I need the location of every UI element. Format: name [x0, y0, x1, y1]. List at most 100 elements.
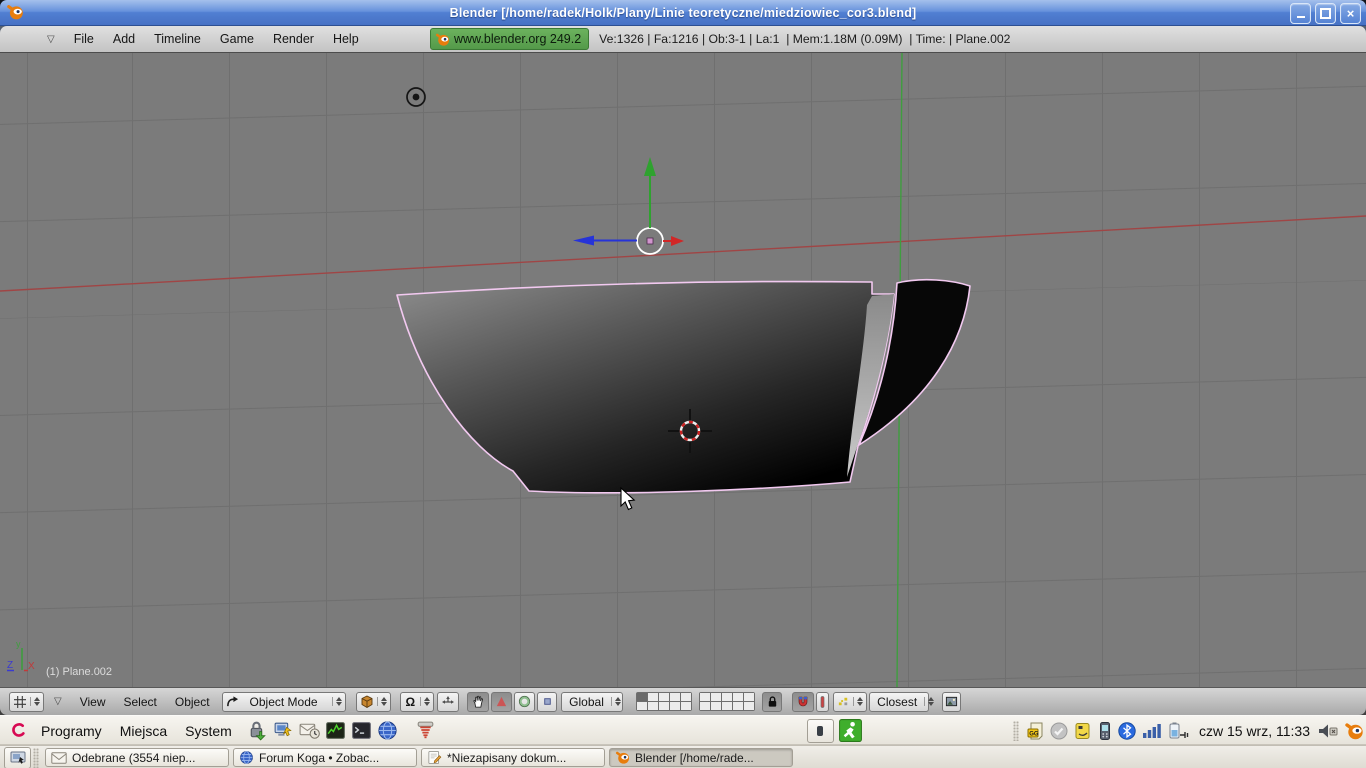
network-computer-launcher[interactable] [272, 719, 295, 742]
task-label: Blender [/home/rade... [635, 751, 754, 765]
vp-menu-view[interactable]: View [80, 692, 106, 712]
system-monitor-launcher[interactable] [324, 719, 347, 742]
peel-object-button[interactable] [816, 692, 829, 712]
layer-20[interactable] [744, 702, 754, 710]
tray-handle[interactable] [1013, 721, 1019, 741]
transform-manipulator[interactable] [573, 157, 684, 254]
layer-3[interactable] [659, 693, 669, 701]
manipulator-y-arrow[interactable] [644, 157, 656, 228]
task-button-browser[interactable]: Forum Koga • Zobac... [233, 748, 417, 767]
vp-menu-select[interactable]: Select [124, 692, 157, 712]
battery-tray-icon[interactable] [1167, 721, 1191, 741]
panel-clock[interactable]: czw 15 wrz, 11:33 [1199, 723, 1310, 739]
debian-menu-icon[interactable] [8, 720, 29, 741]
editor-type-spinner[interactable] [30, 697, 40, 706]
axis-label-y: y [16, 639, 21, 649]
layer-10[interactable] [744, 693, 754, 701]
menu-game[interactable]: Game [220, 29, 254, 49]
vp-menu-object[interactable]: Object [175, 692, 210, 712]
lock-layers-button[interactable] [762, 692, 782, 712]
draw-type-button[interactable] [356, 692, 391, 712]
layer-1[interactable] [637, 693, 647, 701]
task-button-mail[interactable]: Odebrane (3554 niep... [45, 748, 229, 767]
green-donut-icon [518, 695, 531, 708]
snap-mode-spinner[interactable] [853, 697, 863, 706]
email-launcher[interactable] [298, 719, 321, 742]
layer-5[interactable] [681, 693, 691, 701]
layer-2[interactable] [648, 693, 658, 701]
rotate-manipulator-button[interactable] [514, 692, 535, 712]
layers-group-1[interactable] [636, 692, 692, 711]
header-collapse-icon[interactable]: ▽ [47, 34, 55, 45]
layers-group-2[interactable] [699, 692, 755, 711]
snap-mode-button[interactable] [833, 692, 867, 712]
draw-type-spinner[interactable] [377, 697, 387, 706]
task-button-text-editor[interactable]: *Niezapisany dokum... [421, 748, 605, 767]
web-browser-launcher[interactable] [376, 719, 399, 742]
applet-button[interactable] [807, 719, 834, 743]
bluetooth-tray-icon[interactable] [1117, 721, 1137, 741]
layer-9[interactable] [733, 693, 743, 701]
terminal-launcher[interactable] [350, 719, 373, 742]
layer-8[interactable] [722, 693, 732, 701]
pivot-spinner[interactable] [420, 697, 430, 706]
orientation-dropdown[interactable]: Global [561, 692, 623, 712]
pivot-dropdown[interactable]: Ω [400, 692, 435, 712]
viewport-3d[interactable]: y Z X (1) Plane.002 [0, 53, 1366, 687]
minimize-button[interactable] [1290, 3, 1311, 24]
layer-17[interactable] [711, 702, 721, 710]
screensaver-lock-launcher[interactable] [246, 719, 269, 742]
hull-mesh-object[interactable] [397, 280, 970, 493]
window-titlebar[interactable]: Blender [/home/radek/Holk/Plany/Linie te… [0, 0, 1366, 26]
layer-6[interactable] [700, 693, 710, 701]
render-preview-button[interactable] [942, 692, 961, 712]
status-check-tray-icon[interactable] [1049, 721, 1069, 741]
task-button-blender[interactable]: Blender [/home/rade... [609, 748, 793, 767]
manipulator-axes-button[interactable] [437, 692, 459, 712]
maximize-button[interactable] [1315, 3, 1336, 24]
gadu-gadu-tray-icon[interactable]: GG [1025, 721, 1045, 741]
snap-target-dropdown[interactable]: Closest [869, 692, 929, 712]
snap-target-arrows [924, 697, 934, 706]
tasklist-handle[interactable] [33, 748, 39, 768]
menu-add[interactable]: Add [113, 29, 135, 49]
volume-tray-icon[interactable] [1316, 721, 1340, 741]
show-desktop-button[interactable] [4, 747, 31, 768]
svg-text:GG: GG [1029, 731, 1039, 737]
menu-system[interactable]: System [179, 719, 238, 743]
snap-toggle-button[interactable] [792, 692, 814, 712]
mode-dropdown[interactable]: Object Mode [222, 692, 346, 712]
phone-tray-icon[interactable] [1097, 721, 1113, 741]
layer-14[interactable] [670, 702, 680, 710]
spring-toy-launcher[interactable] [414, 719, 437, 742]
force-quit-launcher[interactable] [838, 718, 863, 743]
layer-12[interactable] [648, 702, 658, 710]
menu-programy[interactable]: Programy [35, 719, 108, 743]
scale-manipulator-button[interactable] [537, 692, 557, 712]
layer-19[interactable] [733, 702, 743, 710]
menu-miejsca[interactable]: Miejsca [114, 719, 173, 743]
menu-help[interactable]: Help [333, 29, 359, 49]
manipulator-toggle-button[interactable] [467, 692, 489, 712]
layer-15[interactable] [681, 702, 691, 710]
object-mode-icon [226, 695, 239, 708]
layer-18[interactable] [722, 702, 732, 710]
editor-type-button[interactable] [9, 692, 44, 712]
manipulator-x-pos-arrow[interactable] [663, 236, 684, 246]
manipulator-x-neg-arrow[interactable] [573, 236, 637, 246]
menu-timeline[interactable]: Timeline [154, 29, 201, 49]
menu-file[interactable]: File [74, 29, 94, 49]
translate-manipulator-button[interactable] [491, 692, 512, 712]
menu-render[interactable]: Render [273, 29, 314, 49]
vp-collapse-icon[interactable]: ▽ [54, 696, 62, 707]
layer-7[interactable] [711, 693, 721, 701]
layer-16[interactable] [700, 702, 710, 710]
close-button[interactable]: × [1340, 3, 1361, 24]
layer-11[interactable] [637, 702, 647, 710]
blender-tray-icon[interactable] [1344, 721, 1364, 741]
signal-strength-tray-icon[interactable] [1141, 721, 1163, 741]
lamp-object[interactable] [407, 88, 425, 106]
layer-4[interactable] [670, 693, 680, 701]
layer-13[interactable] [659, 702, 669, 710]
messenger-tray-icon[interactable] [1073, 721, 1093, 741]
